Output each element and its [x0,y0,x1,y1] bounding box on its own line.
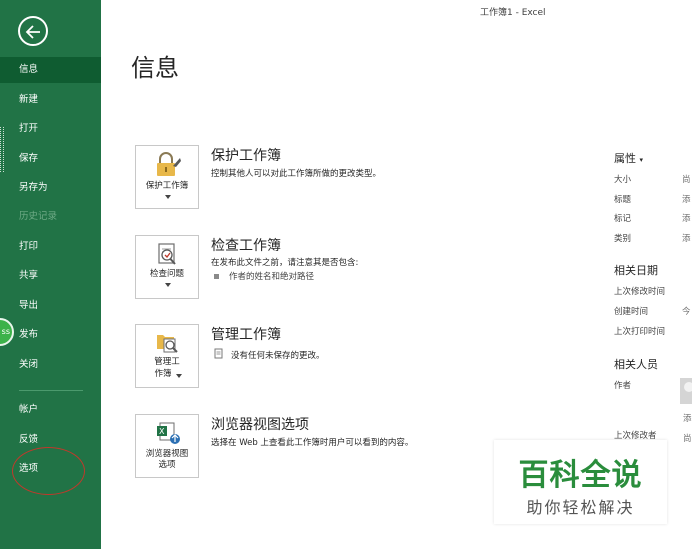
protect-workbook-label: 保护工作簿 [145,181,189,191]
inspect-workbook-title: 检查工作簿 [211,238,281,254]
browser-view-options-button[interactable]: X 浏览器视图 选项 [135,414,199,478]
chevron-down-icon: ▾ [639,156,644,164]
prop-created-label: 创建时间 [614,307,649,317]
nav-save-as[interactable]: 另存为 [0,175,101,201]
sidebar-divider [19,390,83,391]
check-issues-button[interactable]: 检查问题 [135,235,199,299]
svg-text:X: X [159,427,165,436]
browser-view-desc: 选择在 Web 上查看此工作簿时用户可以看到的内容。 [211,438,414,448]
related-people-heading: 相关人员 [614,358,658,371]
bullet-marker [214,274,219,279]
nav-print[interactable]: 打印 [0,234,101,260]
protect-workbook-title: 保护工作簿 [211,148,281,164]
prop-size-value: 尚 [682,175,691,185]
inspect-bullet-author: 作者的姓名和绝对路径 [229,272,315,282]
watermark-main: 百科全说 [518,458,643,493]
protect-workbook-desc: 控制其他人可以对此工作簿所做的更改类型。 [211,169,382,179]
nav-history: 历史记录 [19,211,58,222]
manage-workbook-button[interactable]: 管理工 作簿 [135,324,199,388]
prop-created-value: 今 [682,307,691,317]
properties-heading[interactable]: 属性 ▾ [614,150,643,166]
chevron-down-icon [165,283,171,287]
lock-icon [157,152,181,176]
prop-tags-value[interactable]: 添 [682,212,691,224]
arrow-left-icon [25,25,40,39]
nav-new[interactable]: 新建 [0,87,101,113]
check-issues-label: 检查问题 [149,269,184,279]
properties-heading-label: 属性 [614,152,636,165]
nav-share[interactable]: 共享 [0,263,101,289]
manage-workbook-title: 管理工作簿 [211,327,281,343]
manage-workbook-label-1: 管理工 [154,357,180,367]
prop-category-value[interactable]: 添 [682,232,691,244]
browser-view-label-1: 浏览器视图 [145,449,189,459]
prop-last-printed-label: 上次打印时间 [614,327,666,337]
browser-view-label-2: 选项 [158,460,176,470]
watermark-sub: 助你轻松解决 [526,498,635,517]
nav-open[interactable]: 打开 [0,116,101,142]
prop-title-value[interactable]: 添 [682,193,691,205]
chevron-down-icon [176,374,182,378]
window-title: 工作簿1 - Excel [480,8,546,18]
back-button[interactable] [18,16,48,46]
nav-info[interactable]: 信息 [0,57,101,83]
related-dates-heading: 相关日期 [614,264,658,277]
chevron-down-icon [165,195,171,199]
browser-view-title: 浏览器视图选项 [211,417,309,433]
prop-category-label: 类别 [614,234,632,244]
excel-web-icon: X [157,422,180,444]
page-title: 信息 [131,54,179,82]
protect-workbook-button[interactable]: 保护工作簿 [135,145,199,209]
prop-last-modified-label: 上次修改时间 [614,287,666,297]
nav-close[interactable]: 关闭 [0,352,101,378]
prop-tags-label: 标记 [614,214,632,224]
avatar-head [684,382,692,392]
prop-last-modified-by-value: 尚 [683,434,692,444]
manage-workbook-label-2: 作簿 [154,369,172,379]
document-icon [214,348,223,359]
nav-publish[interactable]: 发布 [0,322,101,348]
prop-author-value[interactable]: 添 [683,412,692,424]
nav-save[interactable]: 保存 [0,146,101,172]
prop-size-label: 大小 [614,175,632,185]
watermark: 百科全说 助你轻松解决 [494,440,667,524]
prop-title-label: 标题 [614,195,632,205]
manage-workbook-icon [157,335,178,353]
backstage-sidebar: 信息 新建 打开 保存 另存为 历史记录 打印 共享 导出 发布 关闭 帐户 反… [0,0,101,549]
inspect-workbook-desc: 在发布此文件之前，请注意其是否包含: [211,258,359,268]
inspect-document-icon [158,243,176,265]
nav-account[interactable]: 帐户 [0,397,101,423]
prop-author-label: 作者 [614,381,632,391]
options-highlight-oval [12,447,85,495]
manage-workbook-desc: 没有任何未保存的更改。 [231,351,325,361]
nav-export[interactable]: 导出 [0,293,101,319]
